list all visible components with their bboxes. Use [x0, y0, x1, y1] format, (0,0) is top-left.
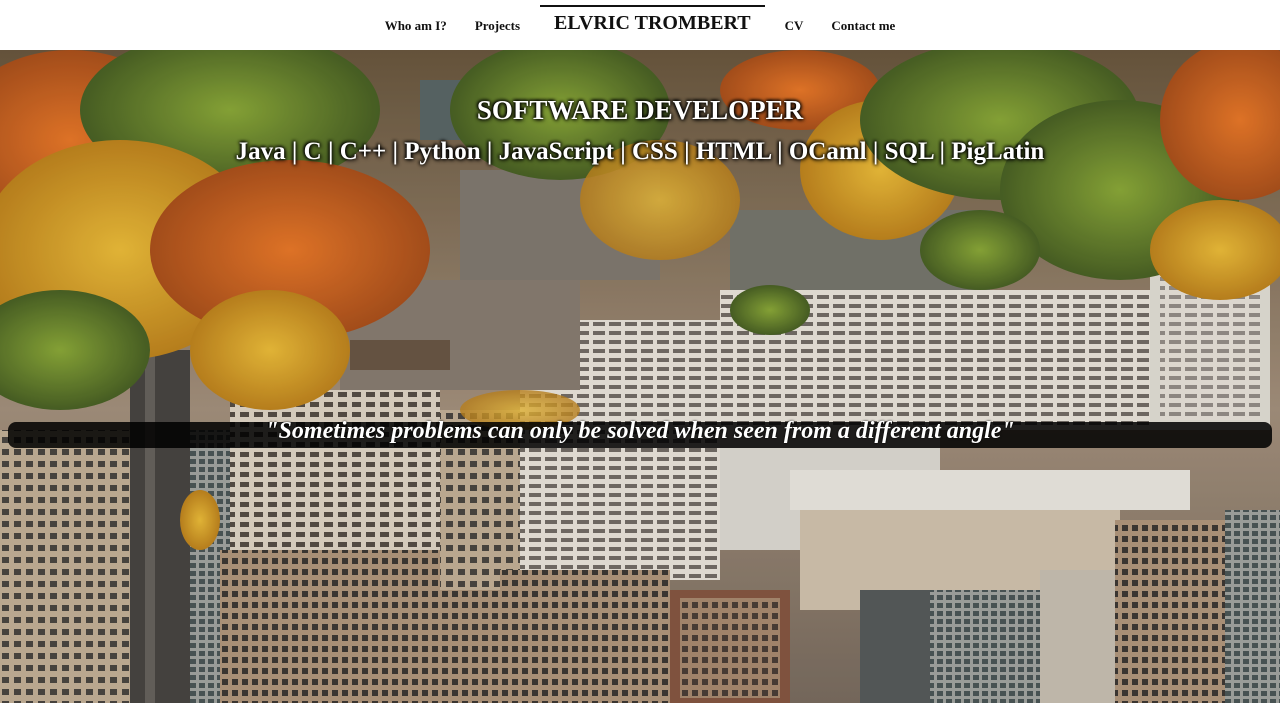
hero-title: SOFTWARE DEVELOPER	[476, 95, 804, 125]
nav-link-projects[interactable]: Projects	[475, 16, 520, 34]
top-navigation-bar: Who am I? Projects ELVRIC TROMBERT CV Co…	[0, 0, 1280, 50]
nav-link-contact-me[interactable]: Contact me	[831, 16, 895, 34]
hero-skills-list: Java | C | C++ | Python | JavaScript | C…	[235, 138, 1045, 165]
hero-quote: "Sometimes problems can only be solved w…	[265, 418, 1015, 444]
hero-section: SOFTWARE DEVELOPER Java | C | C++ | Pyth…	[0, 50, 1280, 703]
nav-link-who-am-i[interactable]: Who am I?	[385, 16, 447, 34]
main-nav: Who am I? Projects ELVRIC TROMBERT CV Co…	[0, 0, 1280, 50]
site-brand-name[interactable]: ELVRIC TROMBERT	[540, 4, 765, 35]
nav-link-cv[interactable]: CV	[785, 16, 804, 34]
